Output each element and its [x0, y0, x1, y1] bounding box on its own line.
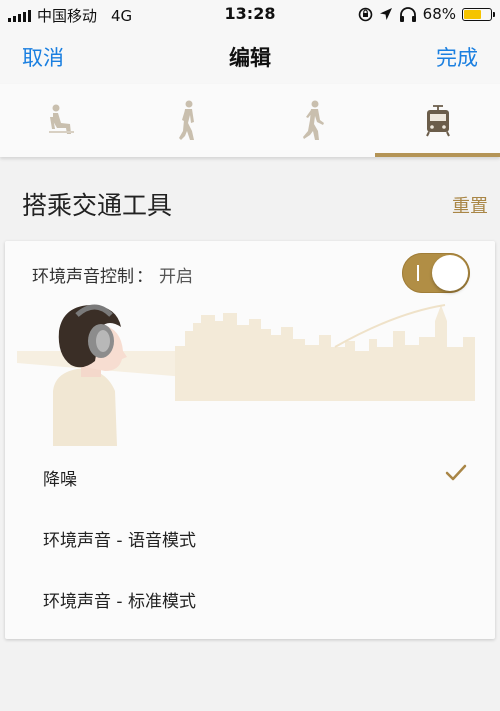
ambient-sound-title: 环境声音控制	[32, 267, 134, 287]
ambient-sound-label: 环境声音控制： 开启	[32, 262, 193, 287]
done-button[interactable]: 完成	[436, 42, 478, 72]
mode-label: 环境声音 - 语音模式	[43, 531, 196, 551]
ambient-sound-toggle[interactable]	[402, 253, 470, 293]
battery-icon	[462, 7, 495, 21]
status-right: 68%	[358, 5, 495, 23]
status-bar: 中国移动 4G 13:28 68%	[0, 0, 500, 28]
rotation-lock-icon	[358, 7, 372, 21]
tab-running[interactable]	[250, 84, 375, 157]
mode-item-noise-cancel[interactable]: 降噪	[5, 446, 495, 507]
running-person-icon	[302, 100, 324, 140]
tab-walking[interactable]	[125, 84, 250, 157]
section-title: 搭乘交通工具	[22, 191, 173, 220]
walking-person-icon	[178, 100, 194, 140]
mode-label: 降噪	[43, 470, 77, 490]
activity-tab-bar	[0, 84, 500, 157]
tram-icon	[425, 104, 450, 136]
person-shoulders	[53, 368, 117, 446]
city-skyline-icon	[175, 305, 475, 401]
listener-city-illustration	[17, 304, 475, 446]
nav-bar: 取消 编辑 完成	[0, 28, 500, 84]
tab-staying[interactable]	[0, 84, 125, 157]
headphones-icon	[399, 6, 416, 22]
mode-item-normal[interactable]: 环境声音 - 标准模式	[5, 568, 495, 629]
location-arrow-icon	[379, 8, 392, 20]
label-separator: ：	[136, 267, 153, 287]
toggle-on-indicator	[417, 265, 419, 281]
tab-transport[interactable]	[375, 84, 500, 157]
mode-item-voice[interactable]: 环境声音 - 语音模式	[5, 507, 495, 568]
battery-fill	[464, 9, 481, 19]
sitting-person-icon	[48, 104, 74, 134]
battery-percent: 68%	[422, 5, 456, 23]
mode-label: 环境声音 - 标准模式	[43, 592, 196, 612]
checkmark-icon	[445, 464, 467, 481]
ambient-sound-state: 开启	[159, 267, 193, 287]
noise-mode-list: 降噪 环境声音 - 语音模式 环境声音 - 标准模式	[5, 446, 495, 629]
toggle-knob	[432, 255, 468, 291]
ambient-sound-card: 环境声音控制： 开启 降噪 环境声音 - 语音模式 环境声音 - 标准模式	[5, 241, 495, 639]
reset-button[interactable]: 重置	[452, 192, 488, 218]
page-title: 编辑	[229, 46, 271, 70]
